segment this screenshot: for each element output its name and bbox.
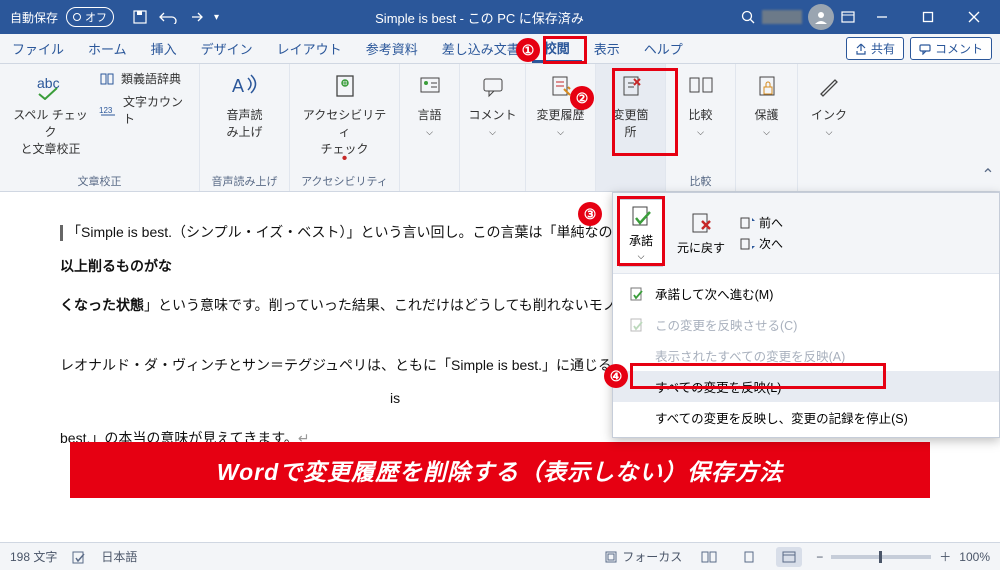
read-aloud-button[interactable]: A 音声読 み上げ [220,70,270,140]
reject-button[interactable]: 元に戻す [669,207,733,260]
ribbon-tabs: ファイル ホーム 挿入 デザイン レイアウト 参考資料 差し込み文書 校閲 表示… [0,34,1000,64]
status-proof-icon[interactable] [71,549,87,565]
zoom-in-button[interactable]: ＋ [939,548,951,565]
compare-icon [685,70,717,102]
accessibility-check-button[interactable]: アクセシビリティ チェック • [300,70,389,159]
spell-check-button[interactable]: abc スペル チェック と文章校正 [10,70,91,157]
protect-icon [751,70,783,102]
read-mode-icon[interactable] [696,547,722,567]
instruction-banner: Wordで変更履歴を削除する（表示しない）保存方法 [70,442,930,498]
annotation-2: ② [570,86,594,110]
comments-button[interactable]: コメント [910,37,992,60]
ribbon-collapse-icon[interactable]: ⌃ [976,64,1000,191]
wordcount-icon: 123 [99,103,117,117]
thesaurus-button[interactable]: 類義語辞典 [99,70,189,87]
status-word-count[interactable]: 198 文字 [10,548,57,565]
word-count-button[interactable]: 123文字カウント [99,93,189,127]
window-title: Simple is best - この PC に保存済み [219,8,740,27]
print-layout-icon[interactable] [736,547,762,567]
user-avatar[interactable] [808,4,834,30]
annotation-3: ③ [578,202,602,226]
status-bar: 198 文字 日本語 フォーカス − ＋ 100% [0,542,1000,570]
close-button[interactable] [954,0,994,34]
web-layout-icon[interactable] [776,547,802,567]
menu-accept-this: この変更を反映させる(C) [613,309,999,340]
annotation-4: ④ [604,364,628,388]
read-aloud-icon: A [229,70,261,102]
zoom-out-button[interactable]: − [816,550,823,564]
compare-button[interactable]: 比較⌵ [676,70,726,138]
ink-button[interactable]: インク⌵ [804,70,854,138]
accept-dropdown-panel: 承諾⌵ 元に戻す 前へ 次へ 承諾して次へ進む(M) この変更を反映させる(C)… [612,192,1000,438]
save-icon[interactable] [132,9,148,25]
changes-button[interactable]: 変更箇 所 [606,70,656,140]
focus-icon [604,550,618,564]
ribbon-display-icon[interactable] [840,9,856,25]
tab-insert[interactable]: 挿入 [139,34,189,63]
menu-accept-all-stop[interactable]: すべての変更を反映し、変更の記録を停止(S) [613,402,999,433]
accept-icon [629,286,645,302]
next-icon [739,237,755,251]
ink-icon [813,70,845,102]
ribbon: abc スペル チェック と文章校正 類義語辞典 123文字カウント 文章校正 … [0,64,1000,192]
svg-text:123: 123 [99,106,113,115]
tab-help[interactable]: ヘルプ [632,34,695,63]
tab-file[interactable]: ファイル [0,34,76,63]
menu-accept-next[interactable]: 承諾して次へ進む(M) [613,278,999,309]
tab-home[interactable]: ホーム [76,34,139,63]
accept-icon [629,317,645,333]
previous-change-button[interactable]: 前へ [739,214,783,231]
comment-icon [477,70,509,102]
reject-icon [688,211,714,237]
tab-view[interactable]: 表示 [582,34,632,63]
tab-design[interactable]: デザイン [189,34,265,63]
accessibility-icon [329,70,361,102]
menu-accept-shown: 表示されたすべての変更を反映(A) [613,340,999,371]
zoom-slider[interactable] [831,555,931,559]
comment-button[interactable]: コメント⌵ [468,70,518,138]
thesaurus-icon [99,71,115,87]
title-bar: 自動保存 オフ ▾ Simple is best - この PC に保存済み [0,0,1000,34]
language-button[interactable]: 言語⌵ [405,70,455,138]
redo-icon[interactable] [188,10,204,24]
undo-icon[interactable] [158,10,178,24]
prev-icon [739,216,755,230]
svg-text:A: A [232,76,244,96]
language-icon [414,70,446,102]
minimize-button[interactable] [862,0,902,34]
protect-button[interactable]: 保護⌵ [742,70,792,138]
spellcheck-icon: abc [35,70,67,102]
status-language[interactable]: 日本語 [101,548,137,565]
accept-button[interactable]: 承諾⌵ [619,199,663,267]
search-icon[interactable] [740,9,756,25]
zoom-level[interactable]: 100% [959,550,990,564]
user-name [762,10,802,24]
accept-icon [628,204,654,230]
tab-layout[interactable]: レイアウト [265,34,354,63]
focus-mode-button[interactable]: フォーカス [604,548,682,565]
next-change-button[interactable]: 次へ [739,235,783,252]
menu-accept-all[interactable]: すべての変更を反映(L) [613,371,999,402]
changes-icon [615,70,647,102]
share-button[interactable]: 共有 [846,37,904,60]
autosave-toggle[interactable]: オフ [66,7,114,27]
annotation-1: ① [516,38,540,62]
maximize-button[interactable] [908,0,948,34]
autosave-label: 自動保存 [10,9,58,26]
tab-references[interactable]: 参考資料 [354,34,430,63]
